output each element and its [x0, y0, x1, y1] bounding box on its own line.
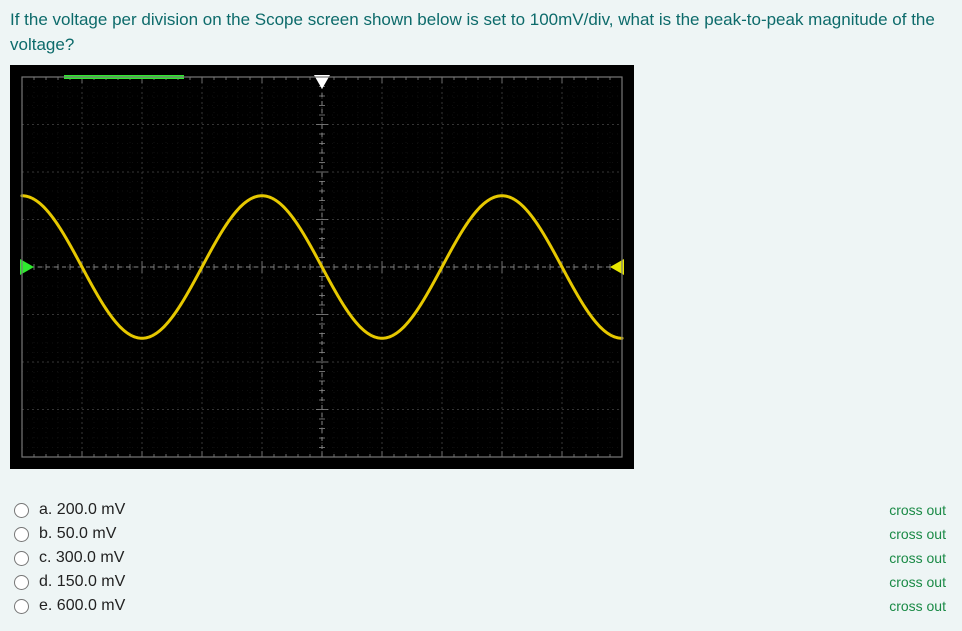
answer-label: a. 200.0 mV [39, 501, 125, 519]
oscilloscope-screen [10, 65, 634, 469]
answer-radio-a[interactable] [14, 503, 29, 518]
cross-out-link[interactable]: cross out [889, 502, 946, 518]
cross-out-link[interactable]: cross out [889, 598, 946, 614]
answer-option[interactable]: b. 50.0 mV cross out [10, 522, 952, 546]
answer-option[interactable]: c. 300.0 mV cross out [10, 546, 952, 570]
answer-label: d. 150.0 mV [39, 573, 125, 591]
answer-radio-c[interactable] [14, 551, 29, 566]
answer-list: a. 200.0 mV cross out b. 50.0 mV cross o… [10, 498, 952, 618]
answer-radio-e[interactable] [14, 599, 29, 614]
cross-out-link[interactable]: cross out [889, 574, 946, 590]
answer-label: b. 50.0 mV [39, 525, 116, 543]
question-text: If the voltage per division on the Scope… [10, 8, 952, 57]
answer-radio-d[interactable] [14, 575, 29, 590]
scope-svg [12, 67, 632, 467]
answer-option[interactable]: d. 150.0 mV cross out [10, 570, 952, 594]
answer-radio-b[interactable] [14, 527, 29, 542]
answer-label: c. 300.0 mV [39, 549, 124, 567]
answer-label: e. 600.0 mV [39, 597, 125, 615]
cross-out-link[interactable]: cross out [889, 526, 946, 542]
answer-option[interactable]: e. 600.0 mV cross out [10, 594, 952, 618]
cross-out-link[interactable]: cross out [889, 550, 946, 566]
answer-option[interactable]: a. 200.0 mV cross out [10, 498, 952, 522]
